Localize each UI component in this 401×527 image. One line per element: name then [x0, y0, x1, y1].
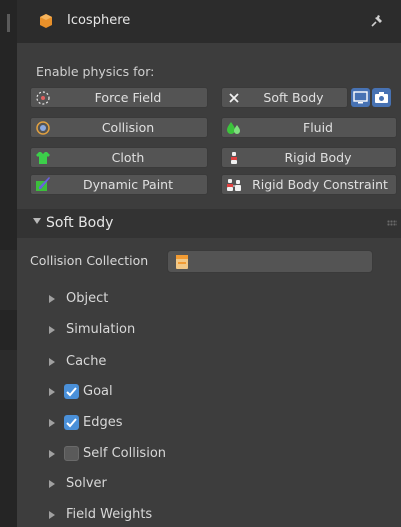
self-collision-checkbox[interactable]	[64, 446, 79, 461]
left-sidebar-strip	[0, 0, 17, 527]
tab-marker	[7, 14, 10, 32]
checkmark-icon	[66, 387, 77, 397]
expand-arrow-icon	[49, 511, 55, 519]
collision-collection-label: Collision Collection	[30, 253, 149, 268]
dynamic-paint-button[interactable]: Dynamic Paint	[30, 174, 208, 195]
subpanel-object[interactable]: Object	[17, 287, 401, 313]
drag-handle-icon[interactable]	[387, 220, 397, 226]
subpanel-edges[interactable]: Edges	[17, 411, 401, 437]
subpanel-field-weights[interactable]: Field Weights	[17, 503, 401, 527]
rigid-body-icon	[231, 152, 237, 164]
subpanel-solver[interactable]: Solver	[17, 472, 401, 498]
rigid-body-button[interactable]: Rigid Body	[221, 147, 397, 168]
checkmark-icon	[66, 418, 77, 428]
cloth-button[interactable]: Cloth	[30, 147, 208, 168]
sidebar-band	[0, 250, 17, 310]
expand-arrow-icon	[49, 450, 55, 458]
collapse-arrow-icon	[33, 218, 41, 224]
pin-icon[interactable]	[369, 13, 385, 29]
soft-body-panel-header[interactable]: Soft Body	[17, 209, 401, 238]
dynamic-paint-icon	[36, 177, 50, 191]
x-remove-icon	[229, 93, 239, 103]
soft-body-button[interactable]: Soft Body	[221, 87, 348, 108]
viewport-display-toggle[interactable]	[351, 88, 370, 107]
rigid-body-constraint-icon	[227, 179, 241, 191]
subpanel-cache[interactable]: Cache	[17, 350, 401, 376]
goal-checkbox[interactable]	[64, 384, 79, 399]
sidebar-band	[0, 350, 17, 400]
fluid-icon	[227, 122, 240, 134]
expand-arrow-icon	[49, 480, 55, 488]
render-toggle[interactable]	[372, 88, 391, 107]
force-field-icon	[36, 91, 50, 105]
render-camera-icon	[375, 92, 388, 103]
collision-icon	[36, 121, 50, 135]
cloth-icon	[36, 152, 50, 164]
subpanel-self-collision[interactable]: Self Collision	[17, 442, 401, 468]
expand-arrow-icon	[49, 326, 55, 334]
viewport-display-icon	[353, 91, 368, 104]
collection-icon	[176, 255, 188, 269]
physics-properties-panel: Icosphere Enable physics for: Force Fiel…	[17, 0, 401, 527]
expand-arrow-icon	[49, 388, 55, 396]
context-header: Icosphere	[17, 0, 401, 43]
collision-collection-field[interactable]	[167, 250, 373, 273]
subpanel-simulation[interactable]: Simulation	[17, 318, 401, 344]
expand-arrow-icon	[49, 419, 55, 427]
expand-arrow-icon	[49, 358, 55, 366]
enable-physics-label: Enable physics for:	[36, 64, 155, 79]
edges-checkbox[interactable]	[64, 415, 79, 430]
rigid-body-constraint-button[interactable]: Rigid Body Constraint	[221, 174, 397, 195]
object-name: Icosphere	[67, 13, 131, 28]
panel-title: Soft Body	[46, 215, 114, 231]
fluid-button[interactable]: Fluid	[221, 117, 397, 138]
collision-button[interactable]: Collision	[30, 117, 208, 138]
force-field-button[interactable]: Force Field	[30, 87, 208, 108]
mesh-object-icon	[40, 14, 52, 28]
expand-arrow-icon	[49, 295, 55, 303]
subpanel-goal[interactable]: Goal	[17, 380, 401, 406]
